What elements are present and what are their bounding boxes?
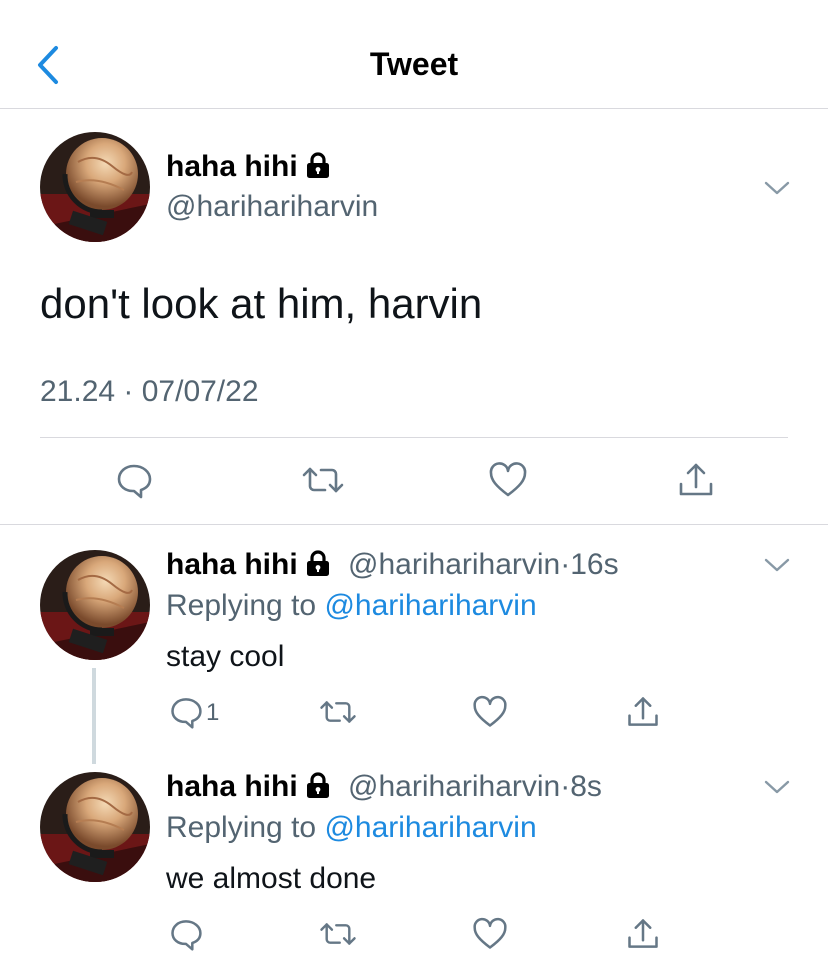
author-name-line: haha hihi	[166, 150, 332, 187]
like-button[interactable]	[472, 694, 508, 735]
author-handle[interactable]: @harihariharvin	[348, 770, 560, 803]
reply-text: stay cool	[166, 640, 285, 673]
avatar[interactable]	[40, 132, 150, 242]
reply-header: haha hihi @harihariharvin·8s	[166, 770, 602, 807]
author-name[interactable]: haha hihi	[166, 150, 298, 183]
tweet-options-button[interactable]	[762, 178, 792, 198]
mention-link[interactable]: @harihariharvin	[324, 811, 536, 844]
reply-icon	[171, 698, 202, 729]
avatar-image	[40, 550, 150, 660]
share-icon	[679, 463, 713, 496]
tweet-options-button[interactable]	[762, 777, 792, 797]
chevron-down-icon	[764, 780, 790, 794]
share-button[interactable]	[676, 460, 716, 505]
share-button[interactable]	[625, 916, 661, 957]
like-button[interactable]	[488, 460, 528, 505]
avatar-image	[40, 772, 150, 882]
like-icon	[473, 917, 507, 949]
tweet-text: don't look at him, harvin	[40, 280, 483, 327]
mention-link[interactable]: @harihariharvin	[324, 589, 536, 622]
chevron-down-icon	[764, 558, 790, 572]
replying-prefix: Replying to	[166, 589, 317, 622]
page-title: Tweet	[369, 46, 459, 82]
lock-icon	[304, 771, 332, 807]
retweet-icon	[320, 701, 356, 723]
replying-to: Replying to @harihariharvin	[166, 589, 537, 623]
reply-text: we almost done	[166, 862, 377, 895]
replying-to: Replying to @harihariharvin	[166, 811, 537, 845]
author-handle[interactable]: @harihariharvin	[348, 548, 560, 581]
share-icon	[628, 919, 658, 948]
divider	[40, 437, 788, 438]
share-button[interactable]	[625, 694, 661, 735]
reply-header: haha hihi @harihariharvin·16s	[166, 548, 619, 585]
lock-icon	[304, 549, 332, 585]
reply-button[interactable]	[168, 916, 204, 957]
like-icon	[473, 695, 507, 727]
separator: ·	[560, 770, 571, 803]
retweet-icon	[320, 923, 356, 945]
retweet-button[interactable]	[318, 916, 358, 957]
share-icon	[628, 697, 658, 726]
tweet-timestamp[interactable]: 21.24 · 07/07/22	[40, 375, 259, 409]
author-name[interactable]: haha hihi	[166, 548, 298, 581]
like-icon	[489, 462, 527, 497]
reply-button[interactable]: 1	[168, 694, 228, 730]
reply-time: 8s	[570, 770, 602, 803]
retweet-button[interactable]	[318, 694, 358, 735]
author-name[interactable]: haha hihi	[166, 770, 298, 803]
reply-button[interactable]	[114, 460, 154, 505]
avatar-image	[40, 132, 150, 242]
retweet-button[interactable]	[300, 460, 346, 505]
tweet-options-button[interactable]	[762, 555, 792, 575]
thread-line	[92, 668, 96, 764]
lock-icon	[304, 151, 332, 187]
reply-time: 16s	[570, 548, 619, 581]
reply-count: 1	[206, 699, 220, 726]
retweet-icon	[302, 467, 344, 493]
avatar[interactable]	[40, 550, 150, 660]
reply-icon	[171, 920, 202, 951]
top-bar: Tweet	[0, 0, 828, 109]
replying-prefix: Replying to	[166, 811, 317, 844]
separator: ·	[560, 548, 571, 581]
avatar[interactable]	[40, 772, 150, 882]
author-handle[interactable]: @harihariharvin	[166, 190, 378, 224]
chevron-down-icon	[764, 181, 790, 195]
divider	[0, 524, 828, 525]
reply-icon	[117, 464, 152, 499]
like-button[interactable]	[472, 916, 508, 957]
